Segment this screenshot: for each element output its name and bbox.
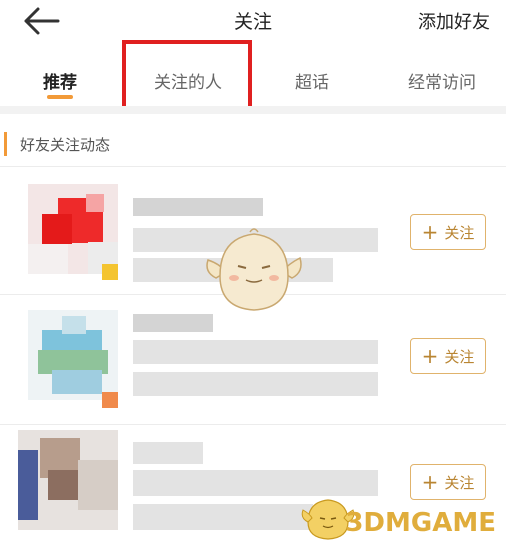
- highlight-box: [122, 40, 252, 112]
- follow-button[interactable]: + 关注: [410, 464, 486, 500]
- plus-icon: +: [421, 470, 439, 494]
- blurred-description: [133, 372, 378, 396]
- tab-super-topic[interactable]: 超话: [282, 68, 342, 93]
- blurred-description: [133, 470, 378, 496]
- avatar[interactable]: [18, 430, 118, 530]
- avatar[interactable]: [28, 310, 118, 400]
- section-title: 好友关注动态: [20, 136, 111, 154]
- watermark-text: 3DMGAME: [345, 508, 496, 538]
- section-accent-bar: [4, 132, 7, 156]
- verified-badge: [102, 264, 118, 280]
- divider: [0, 106, 506, 114]
- section-header: 好友关注动态: [0, 126, 506, 162]
- follow-button[interactable]: + 关注: [410, 338, 486, 374]
- follow-button[interactable]: + 关注: [410, 214, 486, 250]
- top-bar: 关注 添加好友: [0, 0, 506, 42]
- blurred-description: [133, 504, 313, 530]
- avatar[interactable]: [28, 184, 118, 274]
- tab-bar: 推荐 关注的人 超话 经常访问: [0, 60, 506, 104]
- blurred-username: [133, 442, 203, 464]
- verified-badge: [102, 392, 118, 408]
- add-friend-button[interactable]: 添加好友: [418, 8, 490, 34]
- row-separator: [0, 424, 506, 425]
- plus-icon: +: [421, 344, 439, 368]
- tab-frequently-visited[interactable]: 经常访问: [392, 68, 492, 93]
- active-tab-indicator: [47, 95, 73, 99]
- blurred-description: [133, 340, 378, 364]
- plus-icon: +: [421, 220, 439, 244]
- row-separator: [0, 166, 506, 167]
- blurred-username: [133, 198, 263, 216]
- tab-recommend[interactable]: 推荐: [30, 68, 90, 93]
- mascot-watermark-icon: [200, 228, 308, 320]
